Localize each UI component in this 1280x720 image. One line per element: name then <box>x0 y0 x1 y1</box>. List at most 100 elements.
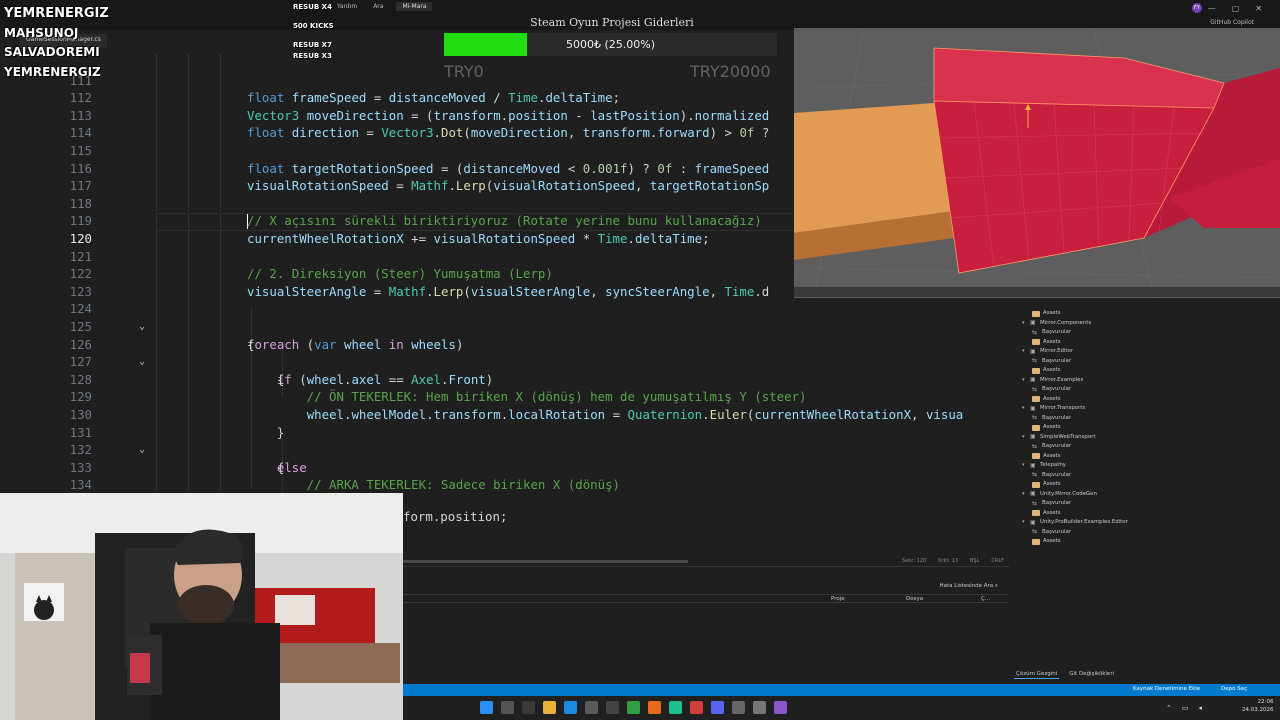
app-icon[interactable] <box>753 701 766 714</box>
folder-icon <box>1032 481 1040 488</box>
maximize-icon[interactable]: ▢ <box>1232 4 1240 13</box>
expand-icon[interactable]: ▾ <box>1022 461 1027 471</box>
horizontal-scrollbar[interactable] <box>403 560 688 563</box>
chevron-up-icon[interactable]: ⌃ <box>1166 704 1172 712</box>
tree-item-label: Başvurular <box>1042 471 1072 478</box>
donation-goal-text: 5000₺ (25.00%) <box>565 38 655 51</box>
code-line: 126 ⌄ if (wheel.axel == Axel.Front) <box>69 336 494 387</box>
firefox-icon[interactable] <box>648 701 661 714</box>
tree-item-label: Unity.ProBuilder.Examples.Editor <box>1040 519 1128 525</box>
solution-project[interactable]: ▾ ▣ Unity.ProBuilder.Examples.Editor <box>1022 518 1128 528</box>
app-icon[interactable] <box>669 701 682 714</box>
solution-references[interactable]: ⇆ Başvurular <box>1032 499 1071 509</box>
references-icon: ⇆ <box>1032 357 1038 365</box>
volume-icon[interactable]: ◂ <box>1199 704 1203 712</box>
goal-max-label: TRY20000 <box>690 62 771 81</box>
steam-icon[interactable] <box>606 701 619 714</box>
solution-folder[interactable]: Assets <box>1032 309 1061 319</box>
overlay-event: RESUB X7 <box>293 41 332 49</box>
app-icon[interactable] <box>690 701 703 714</box>
solution-folder[interactable]: Assets <box>1032 537 1061 547</box>
solution-folder[interactable]: Assets <box>1032 509 1061 519</box>
references-icon: ⇆ <box>1032 471 1038 479</box>
solution-references[interactable]: ⇆ Başvurular <box>1032 442 1071 452</box>
solution-folder[interactable]: Assets <box>1032 366 1061 376</box>
source-control-button[interactable]: Kaynak Denetimine Ekle <box>1133 686 1200 692</box>
col-project[interactable]: Proje <box>831 596 845 602</box>
tree-item-label: Başvurular <box>1042 528 1072 535</box>
solution-project[interactable]: ▾ ▣ Telepathy <box>1022 461 1066 471</box>
error-search[interactable]: Hata Listesinde Ara ⌕ <box>939 583 998 590</box>
donation-goal-bar: 5000₺ (25.00%) <box>444 33 777 56</box>
solution-folder[interactable]: Assets <box>1032 423 1061 433</box>
col-line[interactable]: Ç... <box>981 596 990 602</box>
chrome-icon[interactable] <box>627 701 640 714</box>
solution-references[interactable]: ⇆ Başvurular <box>1032 357 1071 367</box>
stream-overlay-events: RESUB X4 500 KICKS RESUB X7 RESUB X3 <box>293 2 334 62</box>
folder-icon <box>1032 510 1040 517</box>
search-icon: ⌕ <box>994 583 998 589</box>
menu-bar: Yardım Ara Mi-Mara <box>334 2 433 11</box>
project-icon: ▣ <box>1030 490 1036 498</box>
solution-project[interactable]: ▾ ▣ Mirror.Examples <box>1022 376 1083 386</box>
solution-folder[interactable]: Assets <box>1032 480 1061 490</box>
col-file[interactable]: Dosya <box>906 596 923 602</box>
visual-studio-icon[interactable] <box>774 701 787 714</box>
clock[interactable]: 22:06 24.03.2026 <box>1242 699 1274 714</box>
donation-goal-title: Steam Oyun Projesi Giderleri <box>530 16 694 29</box>
repo-select-button[interactable]: Depo Seç <box>1221 686 1247 692</box>
code-line: 127 { <box>69 354 285 387</box>
discord-icon[interactable] <box>711 701 724 714</box>
solution-project[interactable]: ▾ ▣ SimpleWebTransport <box>1022 433 1095 443</box>
expand-icon[interactable]: ▾ <box>1022 347 1027 357</box>
start-icon[interactable] <box>480 701 493 714</box>
scene-view[interactable] <box>794 28 1280 298</box>
solution-references[interactable]: ⇆ Başvurular <box>1032 528 1071 538</box>
expand-icon[interactable]: ▾ <box>1022 433 1027 443</box>
widgets-icon[interactable] <box>522 701 535 714</box>
folder-icon <box>1032 339 1040 346</box>
solution-references[interactable]: ⇆ Başvurular <box>1032 414 1071 424</box>
project-name: Mi-Mara <box>396 2 433 11</box>
solution-project[interactable]: ▾ ▣ Unity.Mirror.CodeGen <box>1022 490 1097 500</box>
line-indicator[interactable]: Satır: 120 <box>902 558 926 564</box>
minimize-icon[interactable]: — <box>1208 4 1216 13</box>
solution-folder[interactable]: Assets <box>1032 452 1061 462</box>
store-icon[interactable] <box>585 701 598 714</box>
tab-git-changes[interactable]: Git Değişiklikleri <box>1067 670 1116 679</box>
menu-help[interactable]: Yardım <box>334 2 360 11</box>
taskbar-apps <box>480 701 787 714</box>
scene-toolbar <box>794 287 1280 297</box>
window-controls: — ▢ ✕ <box>1208 4 1262 13</box>
account-avatar[interactable]: FY <box>1192 3 1202 13</box>
network-icon[interactable]: ▭ <box>1182 704 1189 712</box>
project-icon: ▣ <box>1030 404 1036 412</box>
solution-folder[interactable]: Assets <box>1032 395 1061 405</box>
solution-references[interactable]: ⇆ Başvurular <box>1032 471 1071 481</box>
char-indicator[interactable]: Krkt: 13 <box>938 558 958 564</box>
solution-references[interactable]: ⇆ Başvurular <box>1032 385 1071 395</box>
copilot-button[interactable]: GitHub Copilot <box>1210 19 1254 26</box>
close-icon[interactable]: ✕ <box>1255 4 1262 13</box>
solution-project[interactable]: ▾ ▣ Mirror.Editor <box>1022 347 1073 357</box>
folder-icon <box>1032 424 1040 431</box>
expand-icon[interactable]: ▾ <box>1022 319 1027 329</box>
expand-icon[interactable]: ▾ <box>1022 376 1027 386</box>
solution-project[interactable]: ▾ ▣ Mirror.Transports <box>1022 404 1085 414</box>
tab-solution-explorer[interactable]: Çözüm Gezgini <box>1014 670 1060 679</box>
line-ending-indicator[interactable]: CRLF <box>991 558 1004 564</box>
solution-folder[interactable]: Assets <box>1032 338 1061 348</box>
expand-icon[interactable]: ▾ <box>1022 518 1027 528</box>
expand-icon[interactable]: ▾ <box>1022 404 1027 414</box>
edge-icon[interactable] <box>564 701 577 714</box>
file-explorer-icon[interactable] <box>543 701 556 714</box>
menu-search[interactable]: Ara <box>370 2 386 11</box>
expand-icon[interactable]: ▾ <box>1022 490 1027 500</box>
task-view-icon[interactable] <box>501 701 514 714</box>
unity-icon[interactable] <box>732 701 745 714</box>
solution-project[interactable]: ▾ ▣ Mirror.Components <box>1022 319 1091 329</box>
solution-references[interactable]: ⇆ Başvurular <box>1032 328 1071 338</box>
code-line: 130 } <box>69 406 285 440</box>
project-icon: ▣ <box>1030 347 1036 355</box>
encoding-indicator[interactable]: BŞL <box>970 558 979 564</box>
